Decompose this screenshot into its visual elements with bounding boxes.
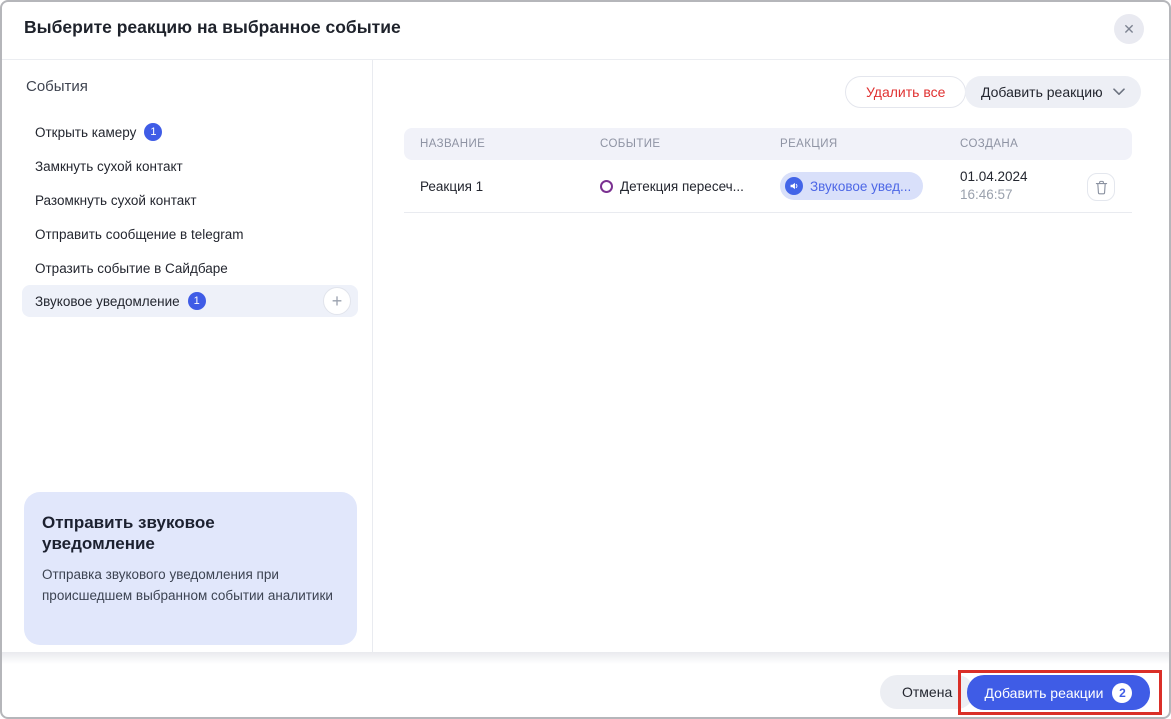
- event-label: Детекция пересеч...: [620, 178, 744, 194]
- column-header-event: СОБЫТИЕ: [600, 138, 661, 150]
- sidebar-item-label: Отправить сообщение в telegram: [35, 226, 244, 242]
- cell-name: Реакция 1: [420, 178, 484, 194]
- add-reaction-dropdown-label: Добавить реакцию: [981, 84, 1103, 100]
- cancel-button[interactable]: Отмена: [880, 675, 975, 709]
- delete-row-button[interactable]: [1087, 173, 1115, 201]
- sidebar-item-label: Разомкнуть сухой контакт: [35, 192, 197, 208]
- add-reactions-label: Добавить реакции: [984, 684, 1104, 701]
- sidebar-divider: [372, 60, 373, 659]
- created-time: 16:46:57: [960, 187, 1013, 202]
- add-reactions-count-badge: 2: [1112, 682, 1133, 703]
- sidebar-item-open-dry-contact[interactable]: Разомкнуть сухой контакт: [35, 184, 197, 216]
- speaker-icon: [785, 177, 803, 195]
- event-ring-icon: [600, 179, 613, 193]
- chevron-down-icon: [1112, 88, 1125, 95]
- add-icon[interactable]: +: [323, 287, 351, 315]
- delete-all-button[interactable]: Удалить все: [845, 76, 967, 108]
- column-header-name: НАЗВАНИЕ: [420, 138, 486, 150]
- events-heading: События: [26, 78, 88, 95]
- sidebar-item-label: Замкнуть сухой контакт: [35, 158, 183, 174]
- sidebar-item-label: Открыть камеру: [35, 124, 137, 140]
- header-divider: [2, 59, 1169, 60]
- add-reaction-dropdown-button[interactable]: Добавить реакцию: [965, 76, 1141, 108]
- info-box-title: Отправить звуковое уведомление: [42, 513, 215, 554]
- created-date: 01.04.2024: [960, 169, 1028, 184]
- table-row: Реакция 1 Детекция пересеч... Звуковое у…: [404, 160, 1132, 213]
- sidebar-item-sound-notification[interactable]: Звуковое уведомление 1 +: [22, 285, 358, 317]
- cell-event: Детекция пересеч...: [600, 160, 744, 212]
- count-badge: 1: [187, 292, 206, 310]
- table-header: НАЗВАНИЕ СОБЫТИЕ РЕАКЦИЯ СОЗДАНА: [404, 128, 1132, 160]
- cell-created: 01.04.2024 16:46:57: [960, 160, 1028, 212]
- sidebar-item-open-camera[interactable]: Открыть камеру 1: [35, 116, 163, 148]
- count-badge: 1: [144, 123, 163, 141]
- trash-icon: [1095, 180, 1107, 194]
- info-box-description: Отправка звукового уведомления при проис…: [42, 566, 333, 604]
- sidebar-item-label: Звуковое уведомление: [35, 293, 180, 309]
- sidebar-item-show-in-sidebar[interactable]: Отразить событие в Сайдбаре: [35, 252, 228, 284]
- cell-reaction: Звуковое увед...: [780, 160, 924, 212]
- column-header-reaction: РЕАКЦИЯ: [780, 138, 838, 150]
- reaction-dialog: Выберите реакцию на выбранное событие ✕ …: [0, 0, 1171, 719]
- page-title: Выберите реакцию на выбранное событие: [24, 17, 401, 37]
- reaction-chip-label: Звуковое увед...: [810, 178, 912, 194]
- close-icon[interactable]: ✕: [1114, 14, 1144, 44]
- sidebar-item-label: Отразить событие в Сайдбаре: [35, 260, 228, 276]
- add-reactions-button[interactable]: Добавить реакции 2: [967, 675, 1150, 710]
- info-box: Отправить звуковое уведомление Отправка …: [24, 492, 357, 645]
- column-header-created: СОЗДАНА: [960, 138, 1019, 150]
- sidebar-item-telegram-message[interactable]: Отправить сообщение в telegram: [35, 218, 244, 250]
- reaction-chip[interactable]: Звуковое увед...: [780, 172, 924, 200]
- footer-shadow: [2, 652, 1169, 664]
- sidebar-item-close-dry-contact[interactable]: Замкнуть сухой контакт: [35, 150, 183, 182]
